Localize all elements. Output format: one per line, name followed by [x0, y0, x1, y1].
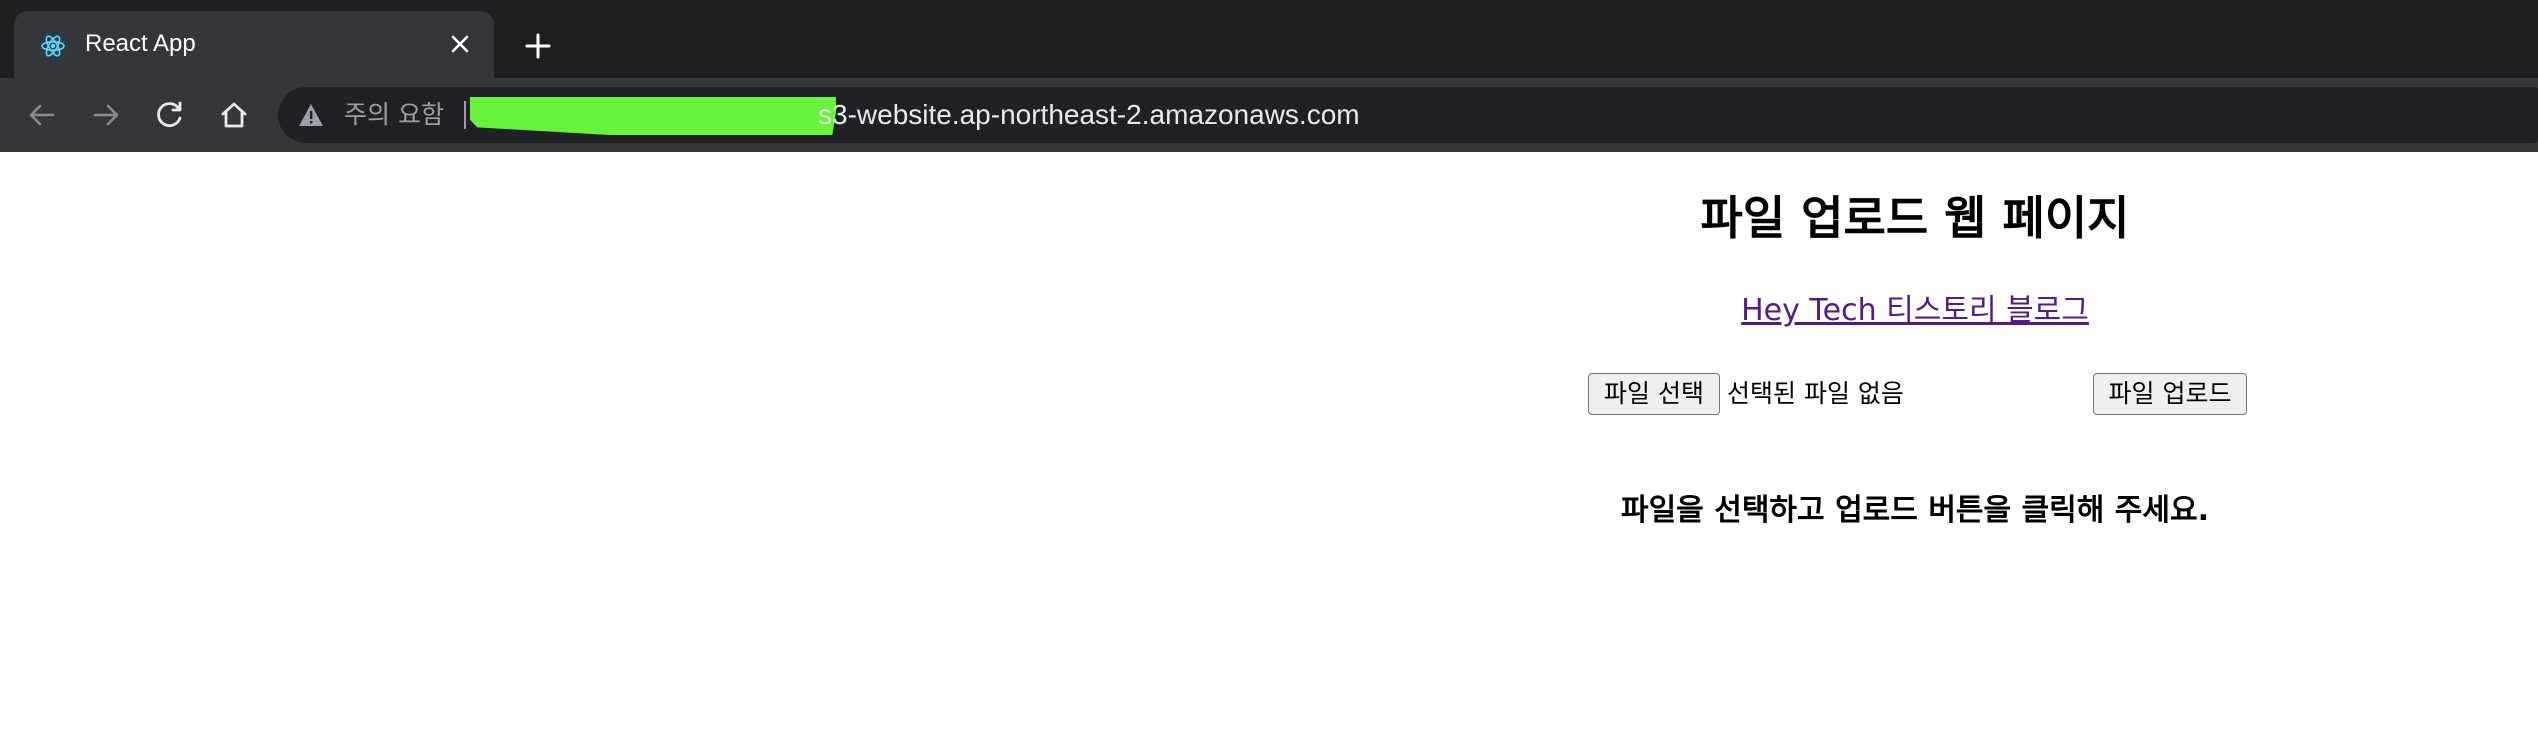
tab-title: React App [85, 30, 196, 57]
reload-button[interactable] [150, 95, 190, 135]
redaction-mark [470, 97, 836, 135]
home-button[interactable] [214, 95, 254, 135]
tab-strip: React App [0, 0, 2538, 78]
react-logo-icon [38, 31, 68, 61]
reload-icon [157, 101, 182, 127]
page-content: 파일 업로드 웹 페이지 Hey Tech 티스토리 블로그 파일 선택 선택된… [0, 152, 2538, 730]
warning-triangle-icon[interactable] [298, 102, 324, 128]
plus-icon [525, 33, 551, 59]
instruction-message: 파일을 선택하고 업로드 버튼을 클릭해 주세요. [1620, 493, 2210, 528]
page-title: 파일 업로드 웹 페이지 [1700, 191, 2130, 245]
arrow-right-icon [93, 104, 119, 126]
browser-toolbar: 주의 요함 s3-website.ap-northeast-2.amazonaw… [0, 78, 2538, 152]
arrow-left-icon [29, 104, 55, 126]
close-icon[interactable] [444, 28, 476, 60]
home-icon [221, 102, 247, 128]
file-status-text: 선택된 파일 없음 [1727, 379, 1904, 408]
security-label[interactable]: 주의 요함 [344, 100, 444, 130]
url-text[interactable]: s3-website.ap-northeast-2.amazonaws.com [818, 99, 1360, 131]
upload-button[interactable]: 파일 업로드 [2093, 373, 2247, 415]
browser-tab[interactable]: React App [14, 11, 494, 78]
choose-file-button[interactable]: 파일 선택 [1588, 373, 1720, 415]
back-button[interactable] [22, 95, 62, 135]
blog-link[interactable]: Hey Tech 티스토리 블로그 [1600, 292, 2230, 330]
divider [464, 101, 466, 129]
new-tab-button[interactable] [518, 26, 558, 66]
address-bar[interactable]: 주의 요함 s3-website.ap-northeast-2.amazonaw… [278, 87, 2538, 143]
forward-button[interactable] [86, 95, 126, 135]
